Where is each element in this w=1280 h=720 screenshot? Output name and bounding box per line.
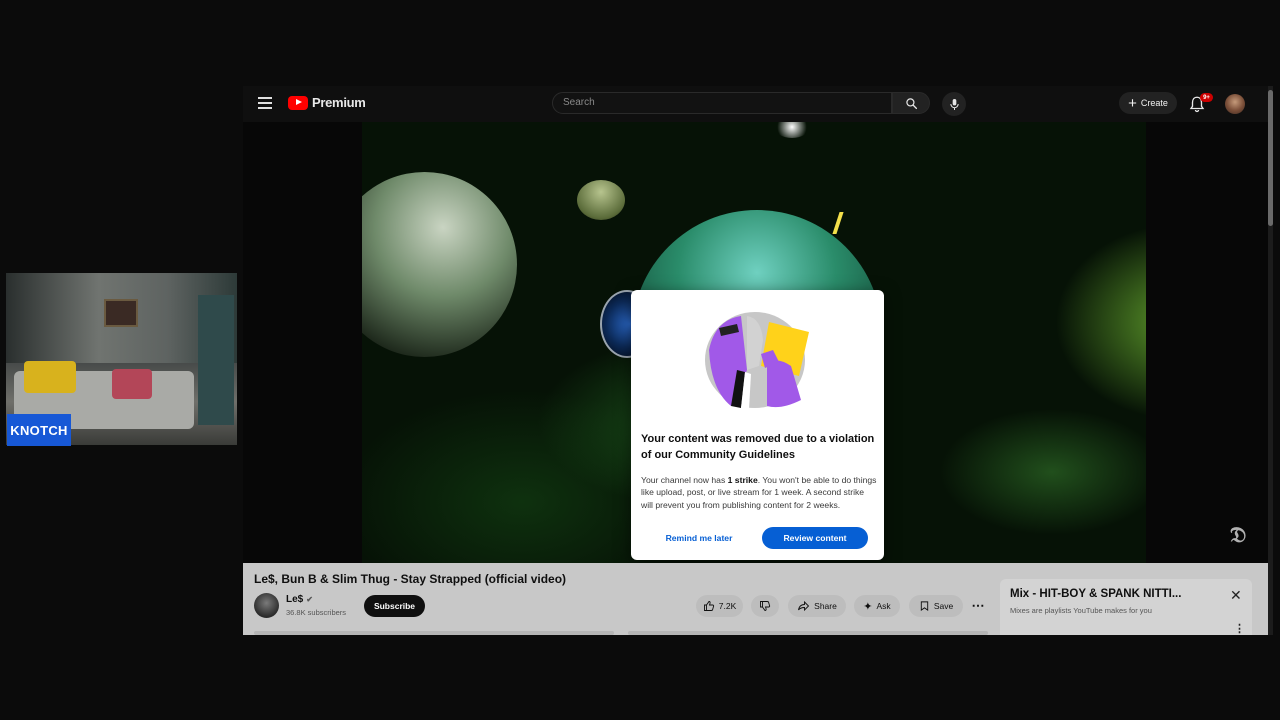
search-button[interactable] <box>892 92 930 114</box>
webcam-name-label: KNOTCH <box>7 414 71 446</box>
verified-check-icon: ✔ <box>306 595 313 604</box>
save-button[interactable]: Save <box>909 595 963 617</box>
mix-subtitle: Mixes are playlists YouTube makes for yo… <box>1010 606 1152 615</box>
dialog-body: Your channel now has 1 strike. You won't… <box>641 474 877 511</box>
like-button[interactable]: 7.2K <box>696 595 743 617</box>
channel-name[interactable]: Le$ <box>286 594 303 605</box>
subscribe-button[interactable]: Subscribe <box>364 595 425 617</box>
more-actions-icon[interactable]: ⋯ <box>968 595 988 617</box>
channel-avatar[interactable] <box>254 593 279 618</box>
mix-playlist-panel: Mix - HIT-BOY & SPANK NITTI... Mixes are… <box>1000 579 1252 635</box>
star-glow <box>774 122 810 138</box>
create-button[interactable]: + Create <box>1119 92 1177 114</box>
logo-text: Premium <box>312 95 366 110</box>
dialog-title: Your content was removed due to a violat… <box>641 433 875 461</box>
thumbs-up-icon <box>703 601 714 611</box>
review-content-button[interactable]: Review content <box>762 527 868 549</box>
save-label: Save <box>933 601 954 611</box>
microphone-icon <box>949 98 959 110</box>
channel-watermark-icon[interactable]: 𝔇 <box>1230 522 1246 548</box>
ask-button[interactable]: ✦ Ask <box>854 595 900 617</box>
account-avatar[interactable] <box>1225 94 1245 114</box>
video-title: Le$, Bun B & Slim Thug - Stay Strapped (… <box>254 572 567 586</box>
subscriber-count: 36.8K subscribers <box>286 608 347 617</box>
planet-small <box>577 180 625 220</box>
like-count: 7.2K <box>718 601 737 611</box>
share-arrow-icon <box>798 600 810 612</box>
mix-title[interactable]: Mix - HIT-BOY & SPANK NITTI... <box>1010 588 1181 600</box>
divider <box>628 631 988 635</box>
youtube-logo[interactable]: Premium <box>288 95 366 110</box>
dislike-button[interactable] <box>751 595 779 617</box>
webcam-door <box>198 295 234 425</box>
thumbs-down-icon <box>760 601 771 611</box>
search-input[interactable]: Search <box>552 92 892 114</box>
close-icon[interactable]: ✕ <box>1230 587 1242 604</box>
webcam-pillow-yellow <box>24 361 76 393</box>
webcam-picture-frame <box>104 299 138 327</box>
sparkle-icon: ✦ <box>863 600 873 613</box>
plus-icon: + <box>1128 94 1137 112</box>
scrollbar-thumb[interactable] <box>1268 90 1273 226</box>
bookmark-icon <box>920 601 928 612</box>
notification-badge: 9+ <box>1200 93 1213 102</box>
body-text-pre: Your channel now has <box>641 475 728 485</box>
youtube-header: Premium Search + Create 9+ <box>243 86 1273 122</box>
ask-label: Ask <box>876 601 891 611</box>
lightning-bolt <box>832 212 844 234</box>
body-strike-count: 1 strike <box>727 475 758 485</box>
create-label: Create <box>1140 98 1168 108</box>
channel-name-row[interactable]: Le$ ✔ <box>286 594 313 605</box>
remind-me-later-button[interactable]: Remind me later <box>655 529 743 547</box>
share-button[interactable]: Share <box>788 595 846 617</box>
share-label: Share <box>814 601 837 611</box>
strike-illustration <box>705 312 809 409</box>
search-icon <box>905 97 917 109</box>
page-scrollbar[interactable] <box>1268 86 1273 635</box>
youtube-play-icon <box>288 95 308 110</box>
kebab-menu-icon[interactable]: ⋮ <box>1234 622 1245 635</box>
youtube-window: Premium Search + Create 9+ 𝔇 Your conten… <box>243 86 1273 635</box>
community-guidelines-dialog: Your content was removed due to a violat… <box>631 290 884 560</box>
planet-large <box>362 172 517 357</box>
hamburger-menu-icon[interactable] <box>258 97 272 109</box>
webcam-pillow-red <box>112 369 152 399</box>
divider <box>254 631 614 635</box>
voice-search-button[interactable] <box>942 92 966 116</box>
video-details: Le$, Bun B & Slim Thug - Stay Strapped (… <box>243 563 1273 635</box>
